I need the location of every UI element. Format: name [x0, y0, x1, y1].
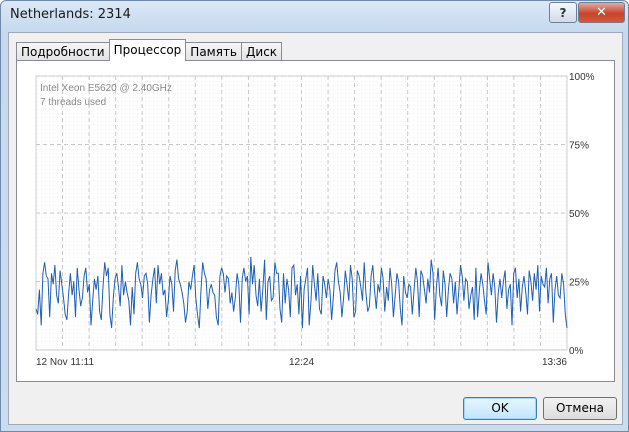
y-tick-label: 50% — [569, 209, 589, 220]
processor-panel: Intel Xeon E5620 @ 2.40GHz 7 threads use… — [16, 60, 615, 382]
tab-processor[interactable]: Процессор — [108, 39, 187, 61]
threads-label: 7 threads used — [40, 97, 106, 108]
dialog-window: Netherlands: 2314 ? ✕ Подробности Процес… — [0, 0, 629, 432]
window-title: Netherlands: 2314 — [10, 7, 131, 22]
y-tick-label: 75% — [569, 141, 589, 152]
help-button[interactable]: ? — [549, 2, 577, 23]
cancel-button[interactable]: Отмена — [543, 397, 617, 420]
cpu-model-label: Intel Xeon E5620 @ 2.40GHz — [40, 83, 172, 94]
tab-disk[interactable]: Диск — [241, 42, 283, 61]
cpu-usage-chart: Intel Xeon E5620 @ 2.40GHz 7 threads use… — [35, 72, 595, 368]
tab-details[interactable]: Подробности — [16, 42, 110, 61]
y-tick-label: 100% — [569, 72, 595, 83]
y-tick-label: 25% — [569, 278, 589, 289]
tab-memory[interactable]: Память — [185, 42, 243, 61]
tab-strip: Подробности Процессор Память Диск — [16, 39, 283, 61]
x-tick-label: 13:36 — [542, 357, 567, 368]
x-tick-label: 12:24 — [289, 357, 314, 368]
x-axis-ticks: 12 Nov 11:11 12:24 13:36 — [36, 357, 567, 368]
ok-button[interactable]: OK — [463, 397, 537, 420]
close-button[interactable]: ✕ — [578, 2, 625, 23]
x-tick-label: 12 Nov 11:11 — [36, 357, 94, 368]
title-bar[interactable]: Netherlands: 2314 ? ✕ — [1, 1, 628, 31]
y-axis-ticks: 100% 75% 50% 25% 0% — [569, 72, 595, 357]
dialog-client-area: Подробности Процессор Память Диск Intel … — [8, 32, 623, 425]
y-tick-label: 0% — [569, 346, 584, 357]
